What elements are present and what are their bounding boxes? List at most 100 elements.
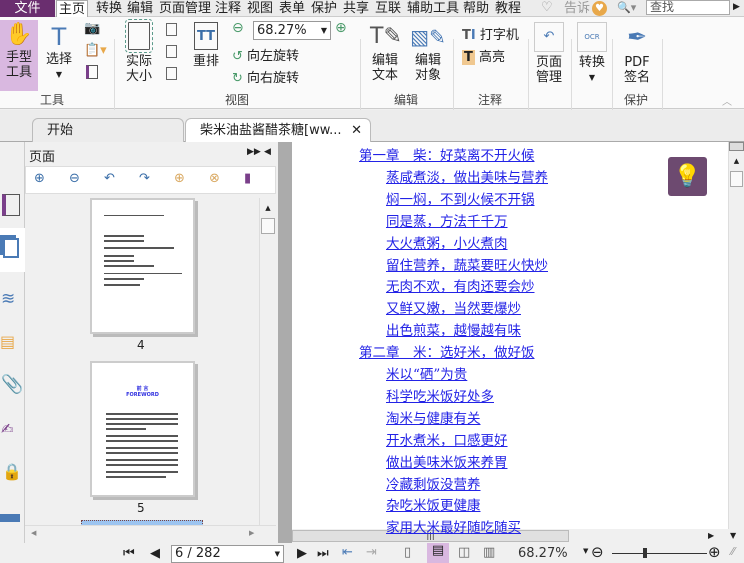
tab-comment[interactable]: 注释 [213,0,243,17]
page-icon[interactable] [86,65,98,79]
bookmarks-icon[interactable] [2,194,20,216]
tell-me[interactable]: 告诉 [562,0,592,17]
toc-section-link[interactable]: 做出美味米饭来养胃 [386,451,508,471]
thumbnail-page-4[interactable] [90,198,195,334]
zoom-out-icon[interactable]: ⊖ [232,20,244,36]
clipboard-icon[interactable]: 📋▾ [84,43,107,58]
page-bookmark-icon[interactable]: ▮ [244,171,251,186]
tab-tutorial[interactable]: 教程 [493,0,523,17]
continuous-facing-icon[interactable]: ▥ [483,545,495,560]
zoom-out-icon[interactable]: ⊖ [591,543,604,561]
lightbulb-icon[interactable]: 💡 [668,157,707,196]
toc-chapter-link[interactable]: 第一章 柴：好菜离不开火候 [359,144,535,164]
toc-section-link[interactable]: 蒸咸煮淡，做出美味与营养 [386,166,548,186]
tab-protect[interactable]: 保护 [309,0,339,17]
tab-convert[interactable]: 转换 [94,0,124,17]
reflow-button[interactable]: TT 重排 [191,22,221,69]
tab-document[interactable]: 柴米油盐酱醋茶糖[ww... ✕ [185,118,371,143]
tab-view[interactable]: 视图 [245,0,275,17]
snapshot-icon[interactable]: 📷 [84,21,100,36]
convert-button[interactable]: OCR 转换 ▼ [577,22,607,85]
rotate-left-page-icon[interactable]: ↶ [104,171,115,186]
file-menu[interactable]: 文件 [0,0,55,17]
zoom-in-icon[interactable]: ⊕ [708,543,721,561]
actual-size-button[interactable]: 实际 大小 [124,19,154,84]
toc-section-link[interactable]: 米以“硒”为贵 [386,363,467,383]
next-page-icon[interactable]: ▶ [297,546,307,561]
toc-section-link[interactable]: 大火煮粥，小火煮肉 [386,232,508,252]
forms-icon[interactable] [0,514,20,522]
toc-section-link[interactable]: 杂吃米饭更健康 [386,494,481,514]
toc-section-link[interactable]: 家用大米最好随吃随买 [386,516,521,536]
thumbnail-scrollbar[interactable]: ▲ [259,198,276,525]
select-button[interactable]: T 选择 ▼ [44,22,74,82]
toc-section-link[interactable]: 冷藏剩饭没营养 [386,473,481,493]
status-zoom-value[interactable]: 68.27% [518,546,568,561]
tab-start[interactable]: 开始 [32,118,184,142]
comments-icon[interactable]: ▤ [0,332,15,351]
enlarge-thumbnail-icon[interactable]: ⊕ [34,171,45,186]
tab-form[interactable]: 表单 [277,0,307,17]
thumbnail-page-5[interactable]: 前 言 FOREWORD [90,361,195,497]
pages-panel-button[interactable] [0,228,25,272]
typewriter-button[interactable]: TI 打字机 [462,24,519,43]
thumbnail-hscrollbar[interactable]: ◀ ▶ [25,525,276,541]
search-go-icon[interactable]: ▶ [733,2,740,12]
next-view-icon[interactable]: ⇥ [366,545,377,560]
zoom-slider-handle[interactable] [643,548,647,558]
first-page-icon[interactable]: ⏮ [123,546,135,561]
document-vscrollbar[interactable]: ▲ [728,142,744,529]
zoom-select[interactable]: 68.27% ▼ [253,21,331,40]
fit-width-icon[interactable] [166,45,177,58]
tab-page-manage[interactable]: 页面管理 [157,0,213,17]
zoom-dropdown-icon[interactable]: ▼ [583,547,588,555]
insert-page-icon[interactable]: ⊕ [174,171,185,186]
toc-section-link[interactable]: 无肉不欢，有肉还要会炒 [386,275,535,295]
resize-grip-icon[interactable]: ⁄⁄ [731,545,735,558]
pdf-sign-button[interactable]: ✒ PDF 签名 [620,22,654,85]
reduce-thumbnail-icon[interactable]: ⊖ [69,171,80,186]
tab-accessibility[interactable]: 辅助工具 [405,0,461,17]
heart-icon[interactable]: ♥ [592,1,607,16]
tab-edit[interactable]: 编辑 [125,0,155,17]
edit-object-button[interactable]: ▧✎ 编辑 对象 [410,22,446,83]
facing-page-icon[interactable]: ◫ [458,545,470,560]
delete-page-icon[interactable]: ⊗ [209,171,220,186]
signatures-icon[interactable]: ✍ [1,420,14,438]
toc-section-link[interactable]: 留住营养，蔬菜要旺火快炒 [386,254,548,274]
zoom-in-icon[interactable]: ⊕ [335,20,347,36]
toc-section-link[interactable]: 开水煮米，口感更好 [386,429,508,449]
continuous-page-icon[interactable]: ▤ [427,543,449,563]
previous-view-icon[interactable]: ⇤ [342,545,353,560]
close-tab-icon[interactable]: ✕ [351,119,362,143]
single-page-icon[interactable]: ▯ [404,545,411,560]
toc-chapter-link[interactable]: 第二章 米：选好米，做好饭 [359,341,535,361]
page-manage-button[interactable]: ↶ 页面 管理 [534,22,564,85]
toc-section-link[interactable]: 科学吃米饭好处多 [386,385,494,405]
toc-section-link[interactable]: 淘米与健康有关 [386,407,481,427]
fit-page-icon[interactable] [166,23,177,36]
rotate-left-button[interactable]: ↺ 向左旋转 [232,45,299,64]
rotate-right-page-icon[interactable]: ↷ [139,171,150,186]
tab-help[interactable]: 帮助 [461,0,491,17]
rotate-right-button[interactable]: ↻ 向右旋转 [232,67,299,86]
page-number-input[interactable]: 6 / 282 ▼ [171,545,284,563]
hand-tool-button[interactable]: ✋ 手型 工具 [0,20,38,91]
collapse-panel-icon[interactable]: ◀ [264,147,271,157]
collapse-ribbon-icon[interactable]: ︿ [722,93,732,108]
toc-section-link[interactable]: 焖一焖，不到火候不开锅 [386,188,535,208]
fit-visible-icon[interactable] [166,67,177,80]
security-icon[interactable]: 🔒 [2,462,22,481]
search-input[interactable]: 查找 [646,0,730,15]
toc-section-link[interactable]: 又鲜又嫩，当然要爆炒 [386,297,521,317]
highlight-button[interactable]: T 高亮 [462,46,505,65]
panel-splitter[interactable] [278,142,292,543]
previous-page-icon[interactable]: ◀ [150,546,160,561]
zoom-slider[interactable] [612,553,707,554]
attachments-icon[interactable]: 📎 [1,374,23,395]
toc-section-link[interactable]: 同是蒸，方法千千万 [386,210,508,230]
layers-icon[interactable]: ≋ [1,289,15,309]
lightbulb-icon[interactable]: ♡ [541,0,553,15]
edit-text-button[interactable]: T✎ 编辑 文本 [370,22,402,83]
tab-home[interactable]: 主页 [56,0,89,18]
